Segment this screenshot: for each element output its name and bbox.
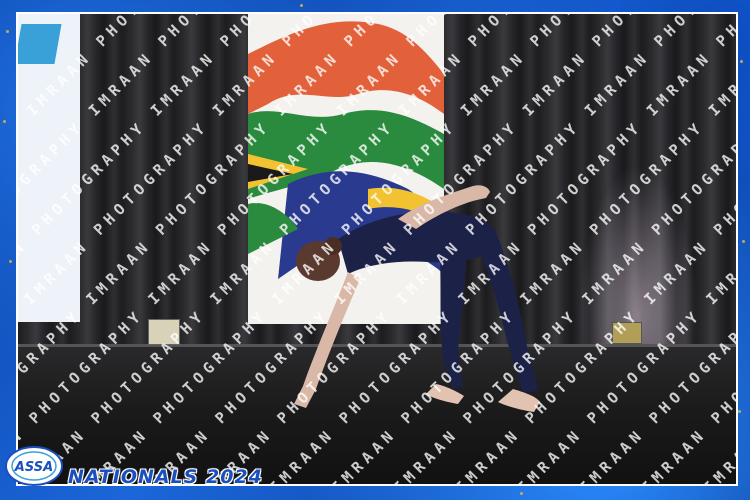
frame-speck	[6, 30, 9, 33]
frame-speck	[9, 260, 12, 263]
stage-photo: IMRAAN PHOTOGRAPHY IMRAAN PHOTOGRAPHY IM…	[16, 12, 738, 486]
frame-speck	[520, 492, 523, 495]
logo-text: ASSA	[14, 460, 53, 475]
frame-speck	[3, 120, 6, 123]
assa-logo-icon: ASSA	[5, 446, 63, 486]
frame-speck	[300, 4, 303, 7]
photo-frame: IMRAAN PHOTOGRAPHY IMRAAN PHOTOGRAPHY IM…	[0, 0, 750, 500]
frame-speck	[740, 60, 743, 63]
event-title: NATIONALS 2024	[68, 466, 263, 488]
frame-speck	[742, 240, 745, 243]
dancer-figure	[294, 185, 540, 412]
frame-speck	[738, 410, 741, 413]
